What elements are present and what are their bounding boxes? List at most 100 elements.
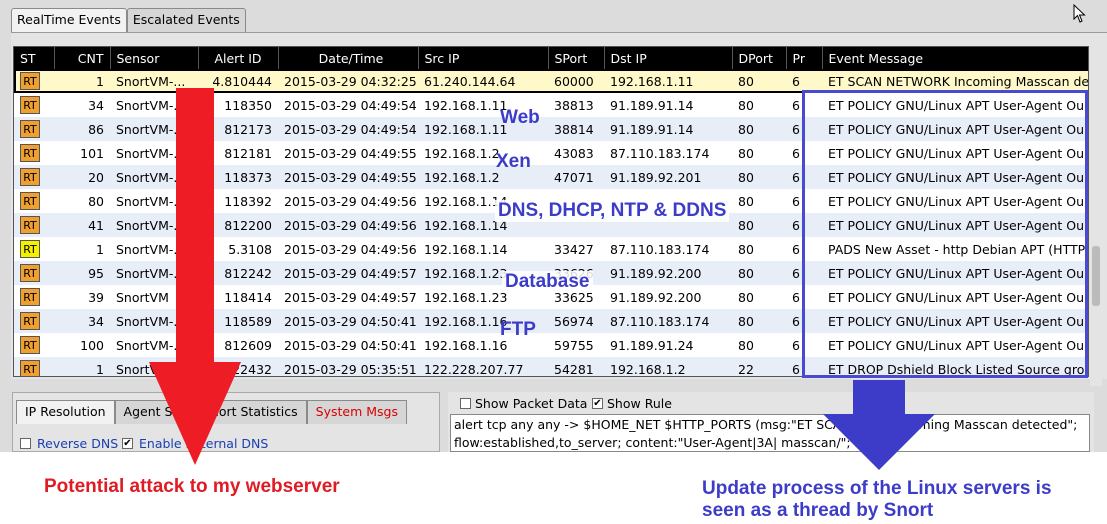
label-database: Database <box>502 271 593 293</box>
status-badge: RT <box>20 264 40 282</box>
cell-sensor: SnortVM-... <box>110 141 198 165</box>
col-header-sport[interactable]: SPort <box>548 47 605 69</box>
col-header-st[interactable]: ST <box>14 47 55 69</box>
app-root: RealTime Events Escalated Events ST CNT … <box>0 0 1107 524</box>
cell-datetime: 2015-03-29 05:35:51 <box>278 357 418 376</box>
cell-alert-id: 812173 <box>198 117 278 141</box>
cell-sensor: SnortVM-... <box>110 189 198 213</box>
status-badge: RT <box>20 360 40 376</box>
cell-cnt: 1 <box>54 237 110 261</box>
col-header-cnt[interactable]: CNT <box>54 47 111 69</box>
col-header-dport[interactable]: DPort <box>732 47 787 69</box>
col-header-datetime[interactable]: Date/Time <box>278 47 419 69</box>
blue-highlight-box <box>802 90 1088 378</box>
status-badge: RT <box>20 216 40 234</box>
cell-alert-id: 118589 <box>198 309 278 333</box>
col-header-src-ip[interactable]: Src IP <box>418 47 549 69</box>
cell-dst-ip: 91.189.91.14 <box>604 117 732 141</box>
cell-datetime: 2015-03-29 04:49:54 <box>278 117 418 141</box>
rule-text-area[interactable]: alert tcp any any -> $HOME_NET $HTTP_POR… <box>450 414 1090 452</box>
cell-sensor: SnortVM-... <box>110 69 198 93</box>
status-badge: RT <box>20 144 40 162</box>
label-web: Web <box>500 107 540 128</box>
col-header-dst-ip[interactable]: Dst IP <box>604 47 733 69</box>
status-badge: RT <box>20 96 40 114</box>
label-ftp: FTP <box>500 319 536 340</box>
cell-dport: 80 <box>732 261 786 285</box>
cell-dst-ip: 87.110.183.174 <box>604 309 732 333</box>
status-badge: RT <box>20 336 40 354</box>
cell-st: RT <box>14 189 54 213</box>
cell-dst-ip: 87.110.183.174 <box>604 141 732 165</box>
tab-ip-resolution[interactable]: IP Resolution <box>16 400 115 424</box>
external-dns-option[interactable]: ✔ Enable External DNS <box>122 436 268 451</box>
cell-sport: 56974 <box>548 309 604 333</box>
cell-alert-id: 118392 <box>198 189 278 213</box>
col-header-alert-id[interactable]: Alert ID <box>198 47 279 69</box>
status-badge: RT <box>20 120 40 138</box>
cell-sport: 47071 <box>548 165 604 189</box>
caption-update-line-2: seen as a thread by Snort <box>702 500 934 521</box>
show-rule-label: Show Rule <box>607 396 672 411</box>
cell-cnt: 1 <box>54 357 110 376</box>
col-header-event-message[interactable]: Event Message <box>822 47 1088 69</box>
cell-cnt: 80 <box>54 189 110 213</box>
cell-src-ip: 122.228.207.77 <box>418 357 548 376</box>
cell-datetime: 2015-03-29 04:49:55 <box>278 141 418 165</box>
cell-dst-ip: 192.168.1.2 <box>604 357 732 376</box>
label-dns: DNS, DHCP, NTP & DDNS <box>495 200 730 222</box>
caption-potential-attack: Potential attack to my webserver <box>44 476 340 497</box>
external-dns-label: Enable External DNS <box>139 436 269 451</box>
show-rule-checkbox[interactable]: ✔ <box>592 398 603 409</box>
tab-realtime-events[interactable]: RealTime Events <box>11 8 127 33</box>
vertical-scrollbar[interactable] <box>1090 46 1102 386</box>
cell-sensor: SnortVM-... <box>110 165 198 189</box>
caption-update-process: Update process of the Linux servers is s… <box>702 478 1102 522</box>
cell-st: RT <box>14 165 54 189</box>
col-header-pr[interactable]: Pr <box>786 47 823 69</box>
cell-st: RT <box>14 357 54 376</box>
reverse-dns-label: Reverse DNS <box>37 436 119 451</box>
cell-alert-id: 812242 <box>198 261 278 285</box>
reverse-dns-checkbox[interactable] <box>20 438 31 449</box>
status-badge: RT <box>20 312 40 330</box>
cell-sport: 38813 <box>548 93 604 117</box>
show-packet-data-option[interactable]: Show Packet Data <box>460 396 587 411</box>
cell-cnt: 95 <box>54 261 110 285</box>
cell-sport: 43083 <box>548 141 604 165</box>
status-badge: RT <box>20 192 40 210</box>
cell-sensor: SnortVM-... <box>110 309 198 333</box>
tab-snort-statistics[interactable]: Snort Statistics <box>193 400 307 424</box>
cell-src-ip: 61.240.144.64 <box>418 69 548 93</box>
cell-datetime: 2015-03-29 04:49:57 <box>278 285 418 309</box>
tab-system-msgs[interactable]: System Msgs <box>306 400 407 424</box>
show-rule-option[interactable]: ✔ Show Rule <box>592 396 672 411</box>
cell-datetime: 2015-03-29 04:32:25 <box>278 69 418 93</box>
tab-escalated-events[interactable]: Escalated Events <box>126 8 246 32</box>
scrollbar-thumb[interactable] <box>1092 246 1100 306</box>
cell-dport: 80 <box>732 141 786 165</box>
cell-datetime: 2015-03-29 04:49:56 <box>278 213 418 237</box>
cell-sport: 33427 <box>548 237 604 261</box>
rule-line-1: alert tcp any any -> $HOME_NET $HTTP_POR… <box>454 417 1078 432</box>
cell-cnt: 34 <box>54 93 110 117</box>
status-badge: RT <box>20 72 40 90</box>
cell-st: RT <box>14 69 54 93</box>
reverse-dns-option[interactable]: Reverse DNS <box>20 436 118 451</box>
cell-sport: 54281 <box>548 357 604 376</box>
cell-dst-ip: 87.110.183.174 <box>604 237 732 261</box>
external-dns-checkbox[interactable]: ✔ <box>122 438 133 449</box>
cell-st: RT <box>14 261 54 285</box>
cell-dport: 80 <box>732 117 786 141</box>
cell-datetime: 2015-03-29 04:49:57 <box>278 261 418 285</box>
cell-alert-id: 812181 <box>198 141 278 165</box>
col-header-sensor[interactable]: Sensor <box>110 47 199 69</box>
cell-datetime: 2015-03-29 04:49:55 <box>278 165 418 189</box>
cell-dst-ip: 192.168.1.11 <box>604 69 732 93</box>
tab-agent-status[interactable]: Agent Sta <box>114 400 194 424</box>
cell-st: RT <box>14 141 54 165</box>
cell-sport: 38814 <box>548 117 604 141</box>
cell-st: RT <box>14 93 54 117</box>
show-packet-data-checkbox[interactable] <box>460 398 471 409</box>
cell-dport: 80 <box>732 285 786 309</box>
